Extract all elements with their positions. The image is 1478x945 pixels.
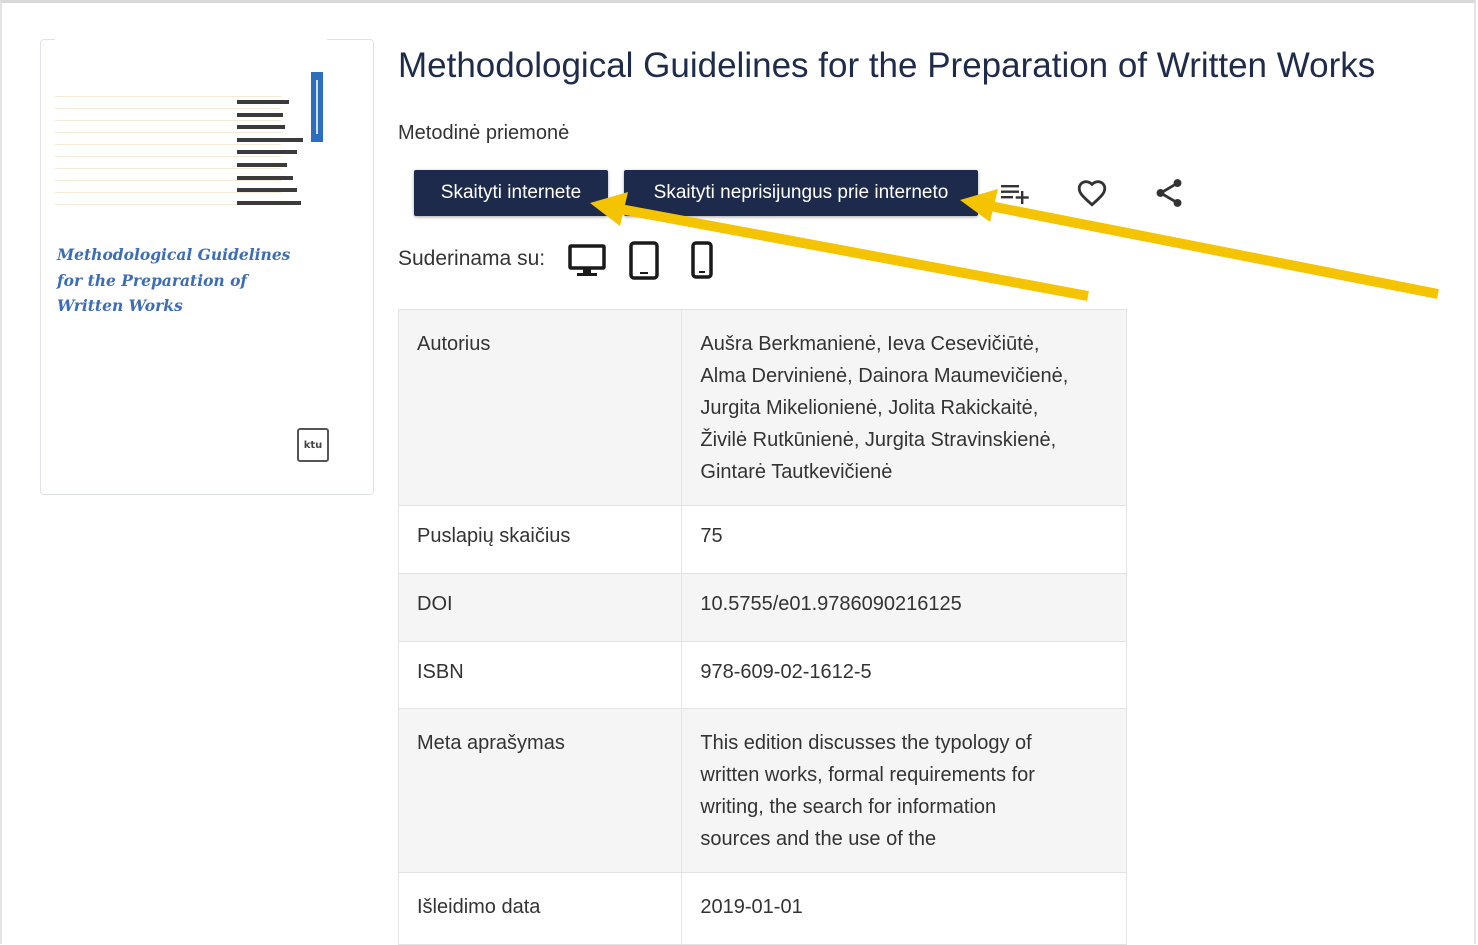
detail-key: ISBN bbox=[397, 641, 683, 709]
table-row: Puslapių skaičius 75 bbox=[397, 505, 1127, 574]
detail-value: Aušra Berkmanienė, Ieva Cesevičiūtė, Alm… bbox=[681, 309, 1127, 506]
phone-icon bbox=[690, 240, 714, 287]
table-row: Meta aprašymas This edition discusses th… bbox=[397, 708, 1127, 873]
read-online-button[interactable]: Skaityti internete bbox=[414, 170, 608, 216]
detail-key: Autorius bbox=[397, 309, 683, 506]
table-row: Išleidimo data 2019-01-01 bbox=[397, 872, 1127, 945]
page-title: Methodological Guidelines for the Prepar… bbox=[398, 46, 1376, 85]
share-icon[interactable] bbox=[1152, 176, 1186, 210]
desktop-icon bbox=[568, 240, 606, 285]
playlist-add-icon[interactable] bbox=[998, 176, 1032, 210]
cover-title: Methodological Guidelines for the Prepar… bbox=[57, 245, 291, 315]
detail-key: Išleidimo data bbox=[397, 872, 683, 945]
detail-key: DOI bbox=[397, 573, 683, 642]
detail-key: Puslapių skaičius bbox=[397, 505, 683, 574]
cover-author-list bbox=[237, 100, 303, 213]
cover-blue-bar bbox=[311, 72, 323, 142]
isbn-value: 978-609-02-1612-5 bbox=[681, 641, 1127, 709]
publication-type: Metodinė priemonė bbox=[398, 122, 570, 144]
table-row: Autorius Aušra Berkmanienė, Ieva Cesevič… bbox=[397, 309, 1127, 506]
table-row: ISBN 978-609-02-1612-5 bbox=[397, 641, 1127, 709]
ktu-logo: ktu bbox=[297, 428, 329, 462]
table-row: DOI 10.5755/e01.9786090216125 bbox=[397, 573, 1127, 642]
detail-key: Meta aprašymas bbox=[397, 708, 683, 873]
compatibility-label: Suderinama su: bbox=[398, 247, 546, 270]
tablet-icon bbox=[628, 240, 660, 287]
book-cover bbox=[55, 30, 327, 440]
details-table: Autorius Aušra Berkmanienė, Ieva Cesevič… bbox=[397, 309, 1127, 945]
detail-value: 2019-01-01 bbox=[681, 872, 1127, 945]
detail-value: 75 bbox=[681, 505, 1127, 574]
heart-icon[interactable] bbox=[1075, 176, 1109, 210]
doi-value: 10.5755/e01.9786090216125 bbox=[681, 573, 1127, 642]
read-offline-button[interactable]: Skaityti neprisijungus prie interneto bbox=[624, 170, 978, 216]
detail-value: This edition discusses the typology of w… bbox=[681, 708, 1127, 873]
